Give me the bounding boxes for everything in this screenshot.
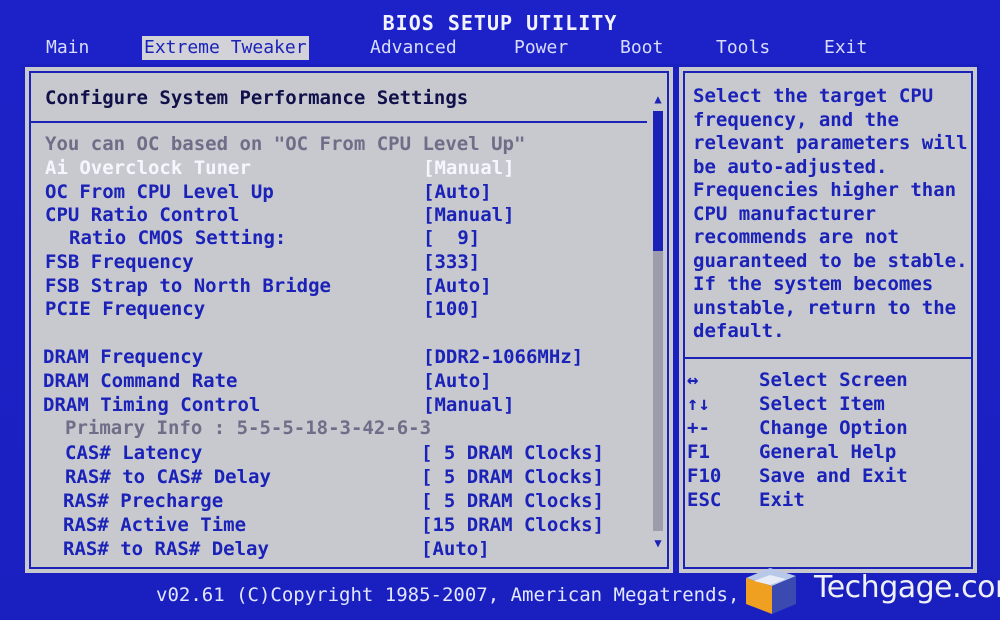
help-text: Select the target CPU frequency, and the… (693, 85, 968, 342)
setting-label: RAS# Precharge (63, 490, 224, 512)
bios-screen: BIOS SETUP UTILITY Main Extreme Tweaker … (0, 0, 1000, 620)
techgage-logo-icon (746, 568, 796, 614)
setting-pcie-frequency[interactable]: PCIE Frequency [100] (45, 298, 625, 320)
settings-panel: Configure System Performance Settings Yo… (22, 64, 676, 576)
setting-value: [Manual] (423, 157, 515, 179)
panel-heading: Configure System Performance Settings (45, 87, 469, 109)
setting-label: DRAM Timing Control (43, 394, 261, 416)
key-action: Select Screen (759, 369, 908, 391)
key-hint-save-exit: F10 Save and Exit (687, 465, 908, 487)
scroll-up-arrow-icon[interactable]: ▲ (653, 93, 663, 105)
setting-label: RAS# to RAS# Delay (63, 538, 269, 560)
scrollbar-thumb[interactable] (653, 111, 663, 251)
help-divider (685, 357, 971, 359)
watermark-text: Techgage.com (814, 570, 1000, 605)
left-right-arrow-icon: ↔ (687, 369, 699, 391)
setting-dram-frequency[interactable]: DRAM Frequency [DDR2-1066MHz] (43, 346, 625, 368)
watermark: Techgage.com (740, 562, 1000, 618)
menu-advanced[interactable]: Advanced (370, 36, 457, 60)
setting-value: [ 5 DRAM Clocks] (421, 490, 605, 512)
key-hint-change-option: +- Change Option (687, 417, 908, 439)
setting-value: [Auto] (423, 370, 492, 392)
setting-label: Ratio CMOS Setting: (69, 227, 287, 249)
key-label: ESC (687, 489, 722, 511)
setting-value: [DDR2-1066MHz] (423, 346, 584, 368)
help-panel: Select the target CPU frequency, and the… (676, 64, 980, 576)
menu-exit[interactable]: Exit (824, 36, 867, 60)
key-action: Exit (759, 489, 805, 511)
key-hint-select-screen: ↔ Select Screen (687, 369, 908, 391)
setting-label: RAS# Active Time (63, 514, 247, 536)
setting-label: Ai Overclock Tuner (45, 157, 251, 179)
copyright-text: v02.61 (C)Copyright 1985-2007, American … (156, 584, 797, 606)
setting-value: [ 9] (423, 227, 481, 249)
key-action: Select Item (759, 393, 885, 415)
key-action: Save and Exit (759, 465, 908, 487)
setting-value: [100] (423, 298, 481, 320)
setting-label: CPU Ratio Control (45, 204, 240, 226)
key-hint-general-help: F1 General Help (687, 441, 896, 463)
setting-label: PCIE Frequency (45, 298, 206, 320)
setting-value: [333] (423, 251, 481, 273)
menu-power[interactable]: Power (514, 36, 568, 60)
key-action: General Help (759, 441, 897, 463)
key-action: Change Option (759, 417, 908, 439)
setting-label: FSB Frequency (45, 251, 194, 273)
setting-value: [Auto] (423, 275, 492, 297)
setting-dram-timing-control[interactable]: DRAM Timing Control [Manual] (43, 394, 625, 416)
setting-ratio-cmos[interactable]: Ratio CMOS Setting: [ 9] (69, 227, 625, 249)
setting-value: [Auto] (423, 181, 492, 203)
menu-extreme-tweaker[interactable]: Extreme Tweaker (142, 36, 309, 60)
setting-ras-precharge[interactable]: RAS# Precharge [ 5 DRAM Clocks] (63, 490, 625, 512)
scroll-down-arrow-icon[interactable]: ▼ (653, 537, 663, 549)
setting-ras-to-cas-delay[interactable]: RAS# to CAS# Delay [ 5 DRAM Clocks] (65, 466, 625, 488)
setting-cpu-ratio-control[interactable]: CPU Ratio Control [Manual] (45, 204, 625, 226)
key-label: F1 (687, 441, 710, 463)
setting-value: [Manual] (423, 204, 515, 226)
setting-label: CAS# Latency (65, 442, 203, 464)
key-hint-select-item: ↑↓ Select Item (687, 393, 885, 415)
setting-value: [Manual] (423, 394, 515, 416)
setting-label: DRAM Frequency (43, 346, 204, 368)
setting-ras-to-ras-delay[interactable]: RAS# to RAS# Delay [Auto] (63, 538, 625, 560)
menu-main[interactable]: Main (46, 36, 89, 60)
setting-ras-active-time[interactable]: RAS# Active Time [15 DRAM Clocks] (63, 514, 625, 536)
setting-value: [ 5 DRAM Clocks] (421, 442, 605, 464)
setting-value: [ 5 DRAM Clocks] (421, 466, 605, 488)
scrollbar[interactable]: ▲ ▼ (653, 93, 663, 549)
setting-oc-from-cpu-level-up[interactable]: OC From CPU Level Up [Auto] (45, 181, 625, 203)
setting-cas-latency[interactable]: CAS# Latency [ 5 DRAM Clocks] (65, 442, 625, 464)
setting-fsb-strap[interactable]: FSB Strap to North Bridge [Auto] (45, 275, 625, 297)
up-down-arrow-icon: ↑↓ (687, 393, 710, 415)
heading-divider (31, 121, 647, 123)
primary-info: Primary Info : 5-5-5-18-3-42-6-3 (65, 417, 432, 439)
setting-value: [Auto] (421, 538, 490, 560)
setting-label: FSB Strap to North Bridge (45, 275, 331, 297)
setting-value: [15 DRAM Clocks] (421, 514, 605, 536)
setting-ai-overclock-tuner[interactable]: Ai Overclock Tuner [Manual] (45, 157, 625, 179)
setting-label: RAS# to CAS# Delay (65, 466, 271, 488)
menu-boot[interactable]: Boot (620, 36, 663, 60)
key-hint-exit: ESC Exit (687, 489, 805, 511)
setting-label: OC From CPU Level Up (45, 181, 274, 203)
setting-fsb-frequency[interactable]: FSB Frequency [333] (45, 251, 625, 273)
key-label: F10 (687, 465, 722, 487)
menu-tools[interactable]: Tools (716, 36, 770, 60)
oc-note: You can OC based on "OC From CPU Level U… (45, 133, 526, 155)
key-label: +- (687, 417, 710, 439)
setting-label: DRAM Command Rate (43, 370, 238, 392)
bios-title: BIOS SETUP UTILITY (382, 11, 618, 35)
menu-bar: Main Extreme Tweaker Advanced Power Boot… (0, 36, 1000, 62)
setting-dram-command-rate[interactable]: DRAM Command Rate [Auto] (43, 370, 625, 392)
